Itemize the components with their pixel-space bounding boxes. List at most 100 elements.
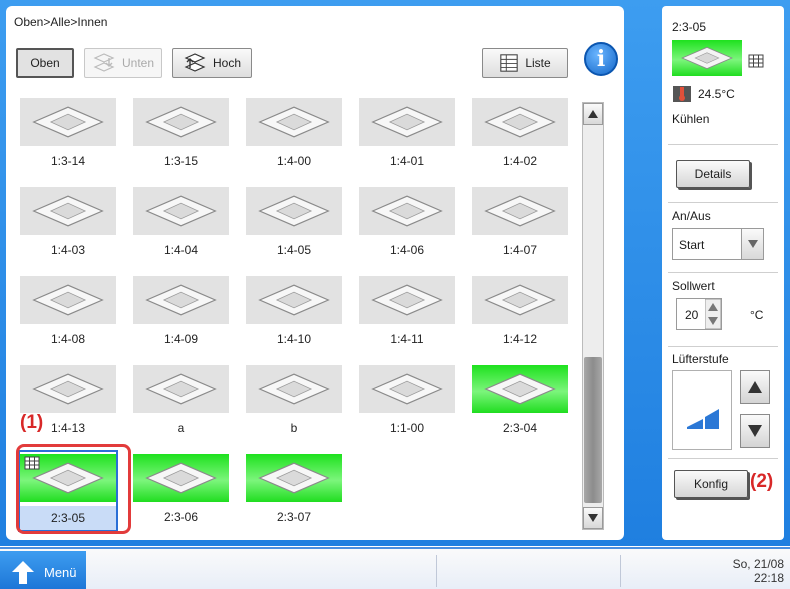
unit-label: 1:4-02 <box>502 154 538 168</box>
unit-tile[interactable]: 1:4-02 <box>470 94 570 176</box>
cassette-unit-icon <box>258 106 330 138</box>
date-time: So, 21/08 22:18 <box>733 557 784 585</box>
unit-icon-tile <box>359 365 455 413</box>
unit-icon-tile <box>20 98 116 146</box>
fan-speed-up-button[interactable] <box>740 370 770 404</box>
divider <box>668 346 778 347</box>
breadcrumb: Oben>Alle>Innen <box>14 15 108 29</box>
unit-label: 1:4-10 <box>276 332 312 346</box>
scroll-down-button[interactable] <box>583 507 603 529</box>
menu-button[interactable]: Menü <box>0 551 86 589</box>
unit-tile[interactable]: 1:4-06 <box>357 183 457 265</box>
onoff-select-value: Start <box>679 238 705 252</box>
unit-icon-tile <box>246 276 342 324</box>
unit-tile[interactable]: 2:3-04 <box>470 361 570 443</box>
unit-icon-tile <box>359 98 455 146</box>
unit-tile[interactable]: 1:1-00 <box>357 361 457 443</box>
fan-speed-down-button[interactable] <box>740 414 770 448</box>
unit-tile[interactable]: b <box>244 361 344 443</box>
unit-icon-tile <box>472 98 568 146</box>
unit-tile[interactable]: 1:4-12 <box>470 272 570 354</box>
unit-icon-tile <box>246 187 342 235</box>
unit-label: a <box>177 421 185 435</box>
fan-speed-indicator <box>672 370 732 450</box>
cassette-unit-icon <box>484 195 556 227</box>
unit-detail-panel: 2:3-05 24.5°C Kühlen Details An/Aus Star… <box>662 6 784 540</box>
unit-tile[interactable]: 1:3-15 <box>131 94 231 176</box>
unit-icon-tile <box>20 187 116 235</box>
onoff-label: An/Aus <box>672 209 711 223</box>
fan-speed-label: Lüfterstufe <box>672 352 729 366</box>
callout-1: (1) <box>20 412 44 433</box>
konfig-button[interactable]: Konfig <box>674 470 748 498</box>
cassette-unit-icon <box>258 195 330 227</box>
cassette-unit-icon <box>371 106 443 138</box>
unit-label: 1:4-03 <box>50 243 86 257</box>
unit-label: 1:4-00 <box>276 154 312 168</box>
setpoint-stepper[interactable]: 20 <box>676 298 722 330</box>
unit-icon-tile <box>472 276 568 324</box>
move-up-icon <box>184 53 206 72</box>
info-button[interactable]: i <box>584 42 618 76</box>
liste-button[interactable]: Liste <box>482 48 568 78</box>
unit-tile[interactable]: 1:4-10 <box>244 272 344 354</box>
setpoint-unit: °C <box>750 308 764 322</box>
triangle-down-icon <box>748 425 762 437</box>
cassette-unit-icon <box>145 462 217 494</box>
unit-tile[interactable]: a <box>131 361 231 443</box>
unit-tile[interactable]: 1:4-01 <box>357 94 457 176</box>
unit-tile[interactable]: 1:4-05 <box>244 183 344 265</box>
unit-label: 2:3-06 <box>163 510 199 524</box>
cassette-unit-icon <box>145 284 217 316</box>
unit-icon-tile <box>133 187 229 235</box>
unit-grid-scrollbar[interactable] <box>582 102 604 530</box>
unten-button[interactable]: Unten <box>84 48 162 78</box>
list-view-icon <box>500 54 519 72</box>
unit-label: 1:4-06 <box>389 243 425 257</box>
details-button[interactable]: Details <box>676 160 750 188</box>
unit-tile[interactable]: 1:4-11 <box>357 272 457 354</box>
unit-icon-tile <box>20 276 116 324</box>
spin-arrows-icon[interactable] <box>705 299 721 329</box>
unit-label: 1:3-14 <box>50 154 86 168</box>
selection-highlight-box <box>16 444 131 534</box>
divider <box>620 555 621 587</box>
onoff-select[interactable]: Start <box>672 228 764 260</box>
unit-tile[interactable]: 1:4-00 <box>244 94 344 176</box>
scroll-up-button[interactable] <box>583 103 603 125</box>
unit-tile[interactable]: 2:3-06 <box>131 450 231 532</box>
onoff-dropdown-arrow[interactable] <box>741 229 763 259</box>
cassette-unit-icon <box>145 373 217 405</box>
unit-icon-tile <box>133 365 229 413</box>
oben-button[interactable]: Oben <box>16 48 74 78</box>
menu-button-label: Menü <box>44 565 77 580</box>
cassette-unit-icon <box>371 284 443 316</box>
unit-tile[interactable]: 1:3-14 <box>18 94 118 176</box>
unit-icon-tile <box>246 454 342 502</box>
unit-tile[interactable]: 1:4-08 <box>18 272 118 354</box>
date-text: So, 21/08 <box>732 557 784 571</box>
scroll-thumb[interactable] <box>584 357 602 503</box>
hoch-button[interactable]: Hoch <box>172 48 252 78</box>
detail-unit-tile <box>672 40 742 76</box>
unit-tile[interactable]: 1:4-09 <box>131 272 231 354</box>
triangle-up-icon <box>588 110 598 118</box>
unit-tile[interactable]: 1:4-04 <box>131 183 231 265</box>
move-down-icon <box>93 53 115 72</box>
divider <box>668 144 778 145</box>
unit-label: 1:4-12 <box>502 332 538 346</box>
bottom-bar: Menü So, 21/08 22:18 <box>0 547 790 589</box>
unit-tile[interactable]: 1:4-07 <box>470 183 570 265</box>
cassette-unit-icon <box>32 373 104 405</box>
unit-label: 1:4-08 <box>50 332 86 346</box>
unit-icon-tile <box>472 365 568 413</box>
unit-icon-tile <box>359 187 455 235</box>
cassette-unit-icon <box>484 284 556 316</box>
konfig-button-label: Konfig <box>693 477 729 491</box>
unit-tile[interactable]: 1:4-03 <box>18 183 118 265</box>
unit-tile[interactable]: 2:3-07 <box>244 450 344 532</box>
cassette-unit-icon <box>258 284 330 316</box>
unit-label: 2:3-07 <box>276 510 312 524</box>
unit-label: 1:4-05 <box>276 243 312 257</box>
cassette-unit-icon <box>258 373 330 405</box>
